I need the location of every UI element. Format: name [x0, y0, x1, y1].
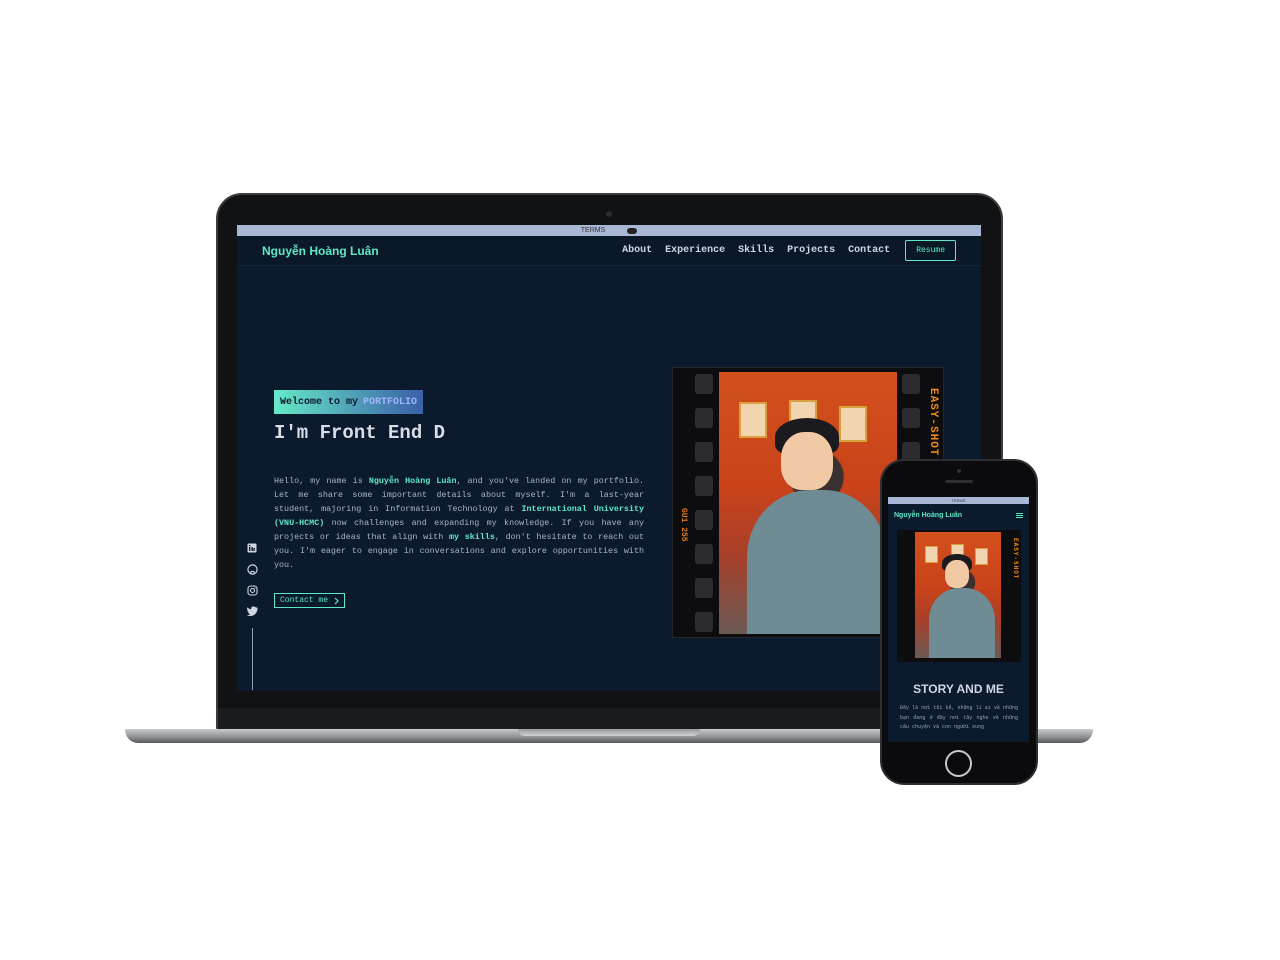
linkedin-icon[interactable] [246, 542, 258, 554]
hero-description: Hello, my name is Nguyễn Hoàng Luân, and… [274, 474, 644, 572]
os-bar-label: TERMS [580, 227, 606, 234]
github-icon[interactable] [246, 563, 258, 575]
phone-section-text: Đây là nơi tôi kể, những lí ai về những … [900, 705, 1018, 730]
laptop-screen: TERMS Nguyễn Hoàng Luân About Experience… [237, 225, 981, 691]
welcome-badge: Welcome to my PORTFOLIO [274, 390, 424, 414]
brand-logo[interactable]: Nguyễn Hoàng Luân [262, 244, 379, 258]
welcome-text: Welcome to my [280, 396, 359, 408]
nav-link-about[interactable]: About [622, 245, 652, 256]
nav-link-skills[interactable]: Skills [738, 245, 774, 256]
phone-film-image: EASY-SHOT [897, 530, 1021, 662]
phone-section-heading: STORY AND ME [913, 682, 1004, 696]
nav-links: About Experience Skills Projects Contact… [622, 240, 956, 261]
hamburger-menu-icon[interactable] [1016, 512, 1023, 518]
film-code: GU1 255 [679, 508, 688, 542]
site-navbar: Nguyễn Hoàng Luân About Experience Skill… [237, 236, 981, 266]
contact-me-button[interactable]: Contact me [274, 593, 346, 608]
laptop-notch [518, 729, 700, 736]
phone-speaker [945, 480, 973, 483]
social-rail-line [252, 628, 253, 690]
phone-brand-logo[interactable]: Nguyễn Hoàng Luân [894, 512, 962, 519]
contact-me-label: Contact me [280, 596, 329, 605]
film-sprockets-left [695, 374, 713, 632]
nav-link-projects[interactable]: Projects [787, 245, 835, 256]
phone-os-bar: TERMS [888, 497, 1029, 504]
desc-name: Nguyễn Hoàng Luân [368, 476, 457, 486]
nav-link-contact[interactable]: Contact [848, 245, 890, 256]
social-rail [246, 542, 258, 617]
laptop-camera [606, 211, 612, 217]
chevron-right-icon [334, 597, 339, 604]
hero-title: I'm Front End D [274, 422, 446, 444]
phone-os-label: TERMS [951, 498, 966, 503]
desc-part-1: Hello, my name is [274, 476, 369, 486]
os-menu-bar: TERMS [237, 225, 981, 236]
phone-navbar: Nguyễn Hoàng Luân [888, 504, 1029, 526]
instagram-icon[interactable] [246, 584, 258, 596]
phone-film-stripe: EASY-SHOT [1012, 538, 1019, 580]
skills-link[interactable]: my skills [449, 532, 495, 542]
phone-home-button[interactable] [945, 750, 972, 777]
twitter-icon[interactable] [246, 605, 258, 617]
phone-screen: TERMS Nguyễn Hoàng Luân EASY-SHOT STORY … [888, 497, 1029, 742]
resume-button[interactable]: Resume [905, 240, 956, 261]
welcome-highlight: PORTFOLIO [363, 396, 418, 408]
toggle-icon[interactable] [627, 227, 638, 234]
phone-camera [957, 469, 961, 473]
phone-portrait-illustration [915, 532, 1001, 658]
nav-link-experience[interactable]: Experience [665, 245, 725, 256]
portrait-illustration [719, 372, 897, 634]
